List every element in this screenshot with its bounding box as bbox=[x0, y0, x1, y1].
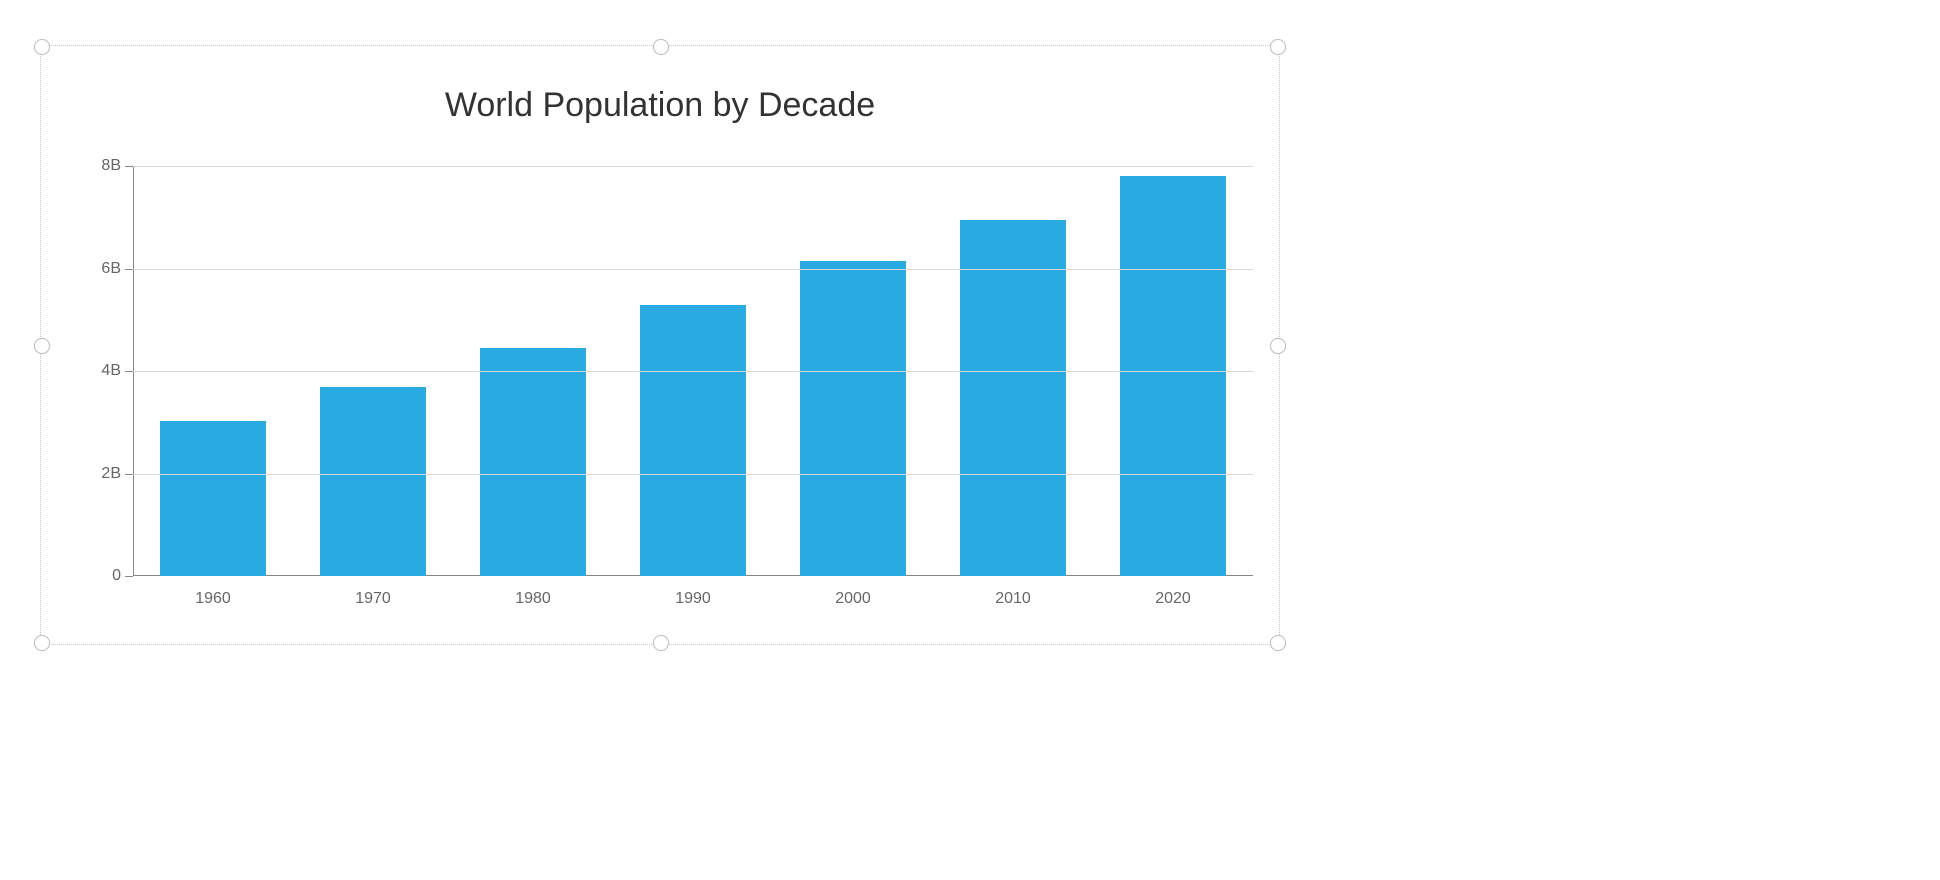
y-tick bbox=[125, 166, 133, 167]
chart-bar[interactable] bbox=[640, 305, 746, 576]
y-tick-label: 6B bbox=[77, 260, 121, 278]
resize-handle-mid-right[interactable] bbox=[1270, 338, 1286, 354]
x-tick-label: 1960 bbox=[195, 590, 231, 608]
gridline bbox=[133, 474, 1253, 475]
y-tick-label: 4B bbox=[77, 362, 121, 380]
chart-selection-frame[interactable]: World Population by Decade 02B4B6B8B1960… bbox=[40, 45, 1280, 645]
resize-handle-bottom-right[interactable] bbox=[1270, 635, 1286, 651]
y-tick bbox=[125, 576, 133, 577]
chart-bar[interactable] bbox=[160, 421, 266, 576]
y-tick bbox=[125, 371, 133, 372]
x-tick-label: 2020 bbox=[1155, 590, 1191, 608]
y-tick-label: 2B bbox=[77, 465, 121, 483]
resize-handle-bottom-left[interactable] bbox=[34, 635, 50, 651]
gridline bbox=[133, 371, 1253, 372]
chart-bar[interactable] bbox=[480, 348, 586, 576]
resize-handle-mid-left[interactable] bbox=[34, 338, 50, 354]
x-tick-label: 2000 bbox=[835, 590, 871, 608]
x-tick-label: 1980 bbox=[515, 590, 551, 608]
resize-handle-mid-top[interactable] bbox=[653, 39, 669, 55]
y-tick-label: 0 bbox=[77, 567, 121, 585]
resize-handle-top-right[interactable] bbox=[1270, 39, 1286, 55]
y-tick bbox=[125, 474, 133, 475]
gridline bbox=[133, 269, 1253, 270]
resize-handle-top-left[interactable] bbox=[34, 39, 50, 55]
canvas: World Population by Decade 02B4B6B8B1960… bbox=[0, 0, 1940, 880]
chart-title: World Population by Decade bbox=[41, 86, 1279, 125]
chart-bar[interactable] bbox=[1120, 176, 1226, 576]
x-tick-label: 1990 bbox=[675, 590, 711, 608]
chart-plot-area[interactable]: 02B4B6B8B1960197019801990200020102020 bbox=[133, 166, 1253, 576]
chart-bar[interactable] bbox=[800, 261, 906, 576]
x-tick-label: 2010 bbox=[995, 590, 1031, 608]
y-tick-label: 8B bbox=[77, 157, 121, 175]
resize-handle-mid-bottom[interactable] bbox=[653, 635, 669, 651]
gridline bbox=[133, 166, 1253, 167]
chart-bar[interactable] bbox=[320, 387, 426, 576]
y-tick bbox=[125, 269, 133, 270]
chart-bar[interactable] bbox=[960, 220, 1066, 576]
x-tick-label: 1970 bbox=[355, 590, 391, 608]
